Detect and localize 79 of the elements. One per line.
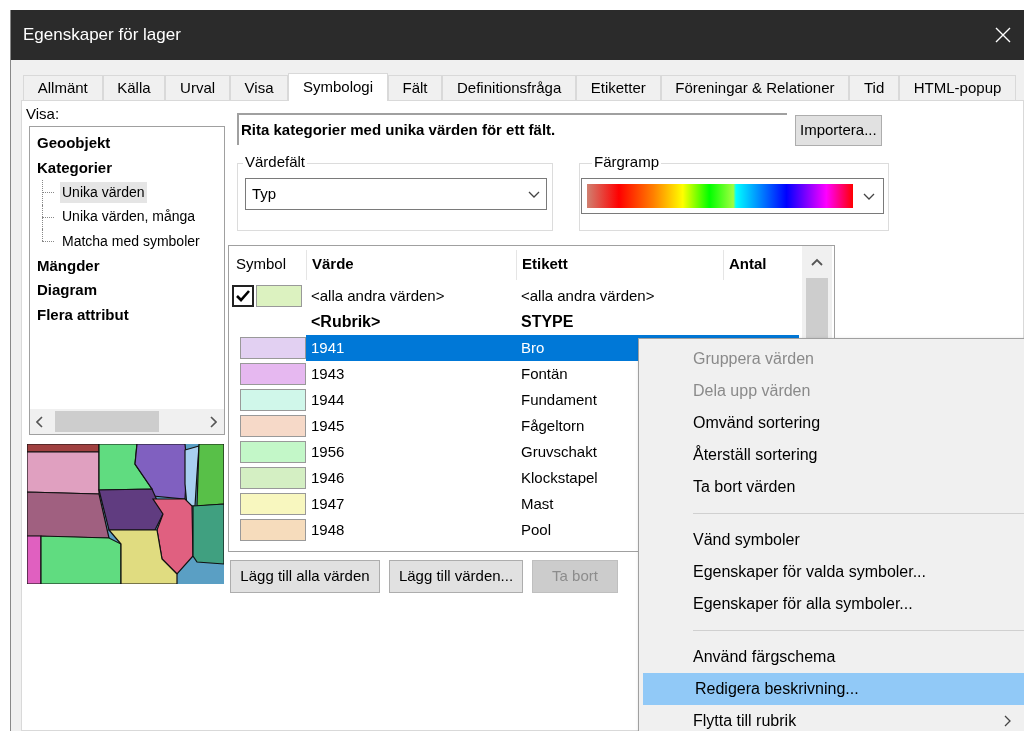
tree-item[interactable]: Flera attribut xyxy=(37,302,224,327)
tree-item[interactable]: Diagram xyxy=(37,278,224,303)
scroll-right-icon[interactable] xyxy=(209,415,217,428)
table-cell: Pool xyxy=(521,521,552,538)
table-cell: Bro xyxy=(521,339,545,356)
symbol-swatch[interactable] xyxy=(240,363,306,385)
close-icon xyxy=(995,27,1011,43)
tab[interactable]: Tid xyxy=(849,75,900,100)
horizontal-scrollbar[interactable] xyxy=(30,409,224,434)
menu-item: Dela upp värden xyxy=(692,381,812,401)
menu-item[interactable]: Redigera beskrivning... xyxy=(643,673,1024,705)
table-cell: <alla andra värden> xyxy=(311,287,445,304)
column-header[interactable]: Symbol xyxy=(236,253,287,276)
column-header[interactable]: Värde xyxy=(312,253,354,276)
table-cell: <Rubrik> xyxy=(311,313,381,330)
button[interactable]: Lägg till alla värden xyxy=(230,560,380,593)
color-ramp-select[interactable] xyxy=(581,178,884,214)
column-header[interactable]: Antal xyxy=(729,253,767,276)
menu-item[interactable]: Använd färgschema xyxy=(641,641,1024,673)
button[interactable]: Lägg till värden... xyxy=(389,560,523,593)
table-cell: 1948 xyxy=(311,521,345,538)
tree-item[interactable]: Matcha med symboler xyxy=(60,230,202,252)
table-cell: <alla andra värden> xyxy=(521,287,655,304)
symbol-swatch[interactable] xyxy=(240,467,306,489)
table-cell: Fontän xyxy=(521,365,568,382)
tab[interactable]: Definitionsfråga xyxy=(442,75,576,100)
scroll-up-icon[interactable] xyxy=(811,258,823,266)
menu-item[interactable]: Egenskaper för valda symboler... xyxy=(641,556,1024,588)
table-cell: 1945 xyxy=(311,417,345,434)
checkmark-icon xyxy=(236,290,250,302)
tree-item[interactable]: Kategorier xyxy=(37,155,224,180)
tab[interactable]: Etiketter xyxy=(576,75,661,100)
tree-item[interactable]: Geoobjekt xyxy=(37,131,224,156)
tab[interactable]: Visa xyxy=(229,75,289,100)
table-cell: 1947 xyxy=(311,495,345,512)
tree-item[interactable]: Unika värden xyxy=(60,181,147,203)
symbol-swatch[interactable] xyxy=(240,493,306,515)
table-cell: Fundament xyxy=(521,391,597,408)
table-cell: 1956 xyxy=(311,443,345,460)
menu-item[interactable]: Ta bort värden xyxy=(641,471,1024,503)
table-cell: Klockstapel xyxy=(521,469,598,486)
symbol-swatch[interactable] xyxy=(240,389,306,411)
menu-item[interactable]: Omvänd sortering xyxy=(641,407,1024,439)
window-title: Egenskaper för lager xyxy=(23,24,181,47)
symbol-swatch[interactable] xyxy=(240,415,306,437)
scroll-left-icon[interactable] xyxy=(36,415,44,428)
symbol-swatch[interactable] xyxy=(240,441,306,463)
menu-item[interactable]: Flytta till rubrik xyxy=(641,705,1024,731)
tree-item[interactable]: Mängder xyxy=(37,253,224,278)
show-label: Visa: xyxy=(26,105,61,123)
menu-item: Gruppera värden xyxy=(692,349,815,369)
tab[interactable]: Källa xyxy=(102,75,166,100)
description-text: Rita kategorier med unika värden för ett fält. xyxy=(237,113,787,145)
symbol-swatch[interactable] xyxy=(240,337,306,359)
symbol-swatch[interactable] xyxy=(240,519,306,541)
column-header[interactable]: Etikett xyxy=(522,253,568,276)
tab[interactable]: Föreningar & Relationer xyxy=(660,75,850,100)
table-cell: STYPE xyxy=(521,313,574,330)
tab[interactable]: HTML-popup xyxy=(899,75,1017,100)
menu-item[interactable]: Återställ sortering xyxy=(641,439,1024,471)
tree-item[interactable]: Unika värden, många xyxy=(60,206,198,228)
tab[interactable]: Allmänt xyxy=(23,75,103,100)
table-cell: Gruvschakt xyxy=(521,443,597,460)
table-cell: 1943 xyxy=(311,365,345,382)
value-field-select[interactable]: Typ xyxy=(245,178,547,210)
tab[interactable]: Fält xyxy=(387,75,443,100)
import-button[interactable]: Importera... xyxy=(795,115,882,146)
scrollbar-thumb[interactable] xyxy=(55,411,159,432)
table-cell: 1941 xyxy=(311,339,345,356)
menu-item[interactable]: Egenskaper för alla symboler... xyxy=(641,588,1024,620)
table-cell: Fågeltorn xyxy=(521,417,585,434)
checkbox[interactable] xyxy=(232,285,254,307)
menu-item[interactable]: Vänd symboler xyxy=(641,524,1024,556)
table-cell: Mast xyxy=(521,495,554,512)
tab[interactable]: Symbologi xyxy=(288,73,388,101)
symbol-swatch[interactable] xyxy=(256,285,302,307)
table-cell: 1946 xyxy=(311,469,345,486)
table-cell: 1944 xyxy=(311,391,345,408)
tab[interactable]: Urval xyxy=(165,75,230,100)
